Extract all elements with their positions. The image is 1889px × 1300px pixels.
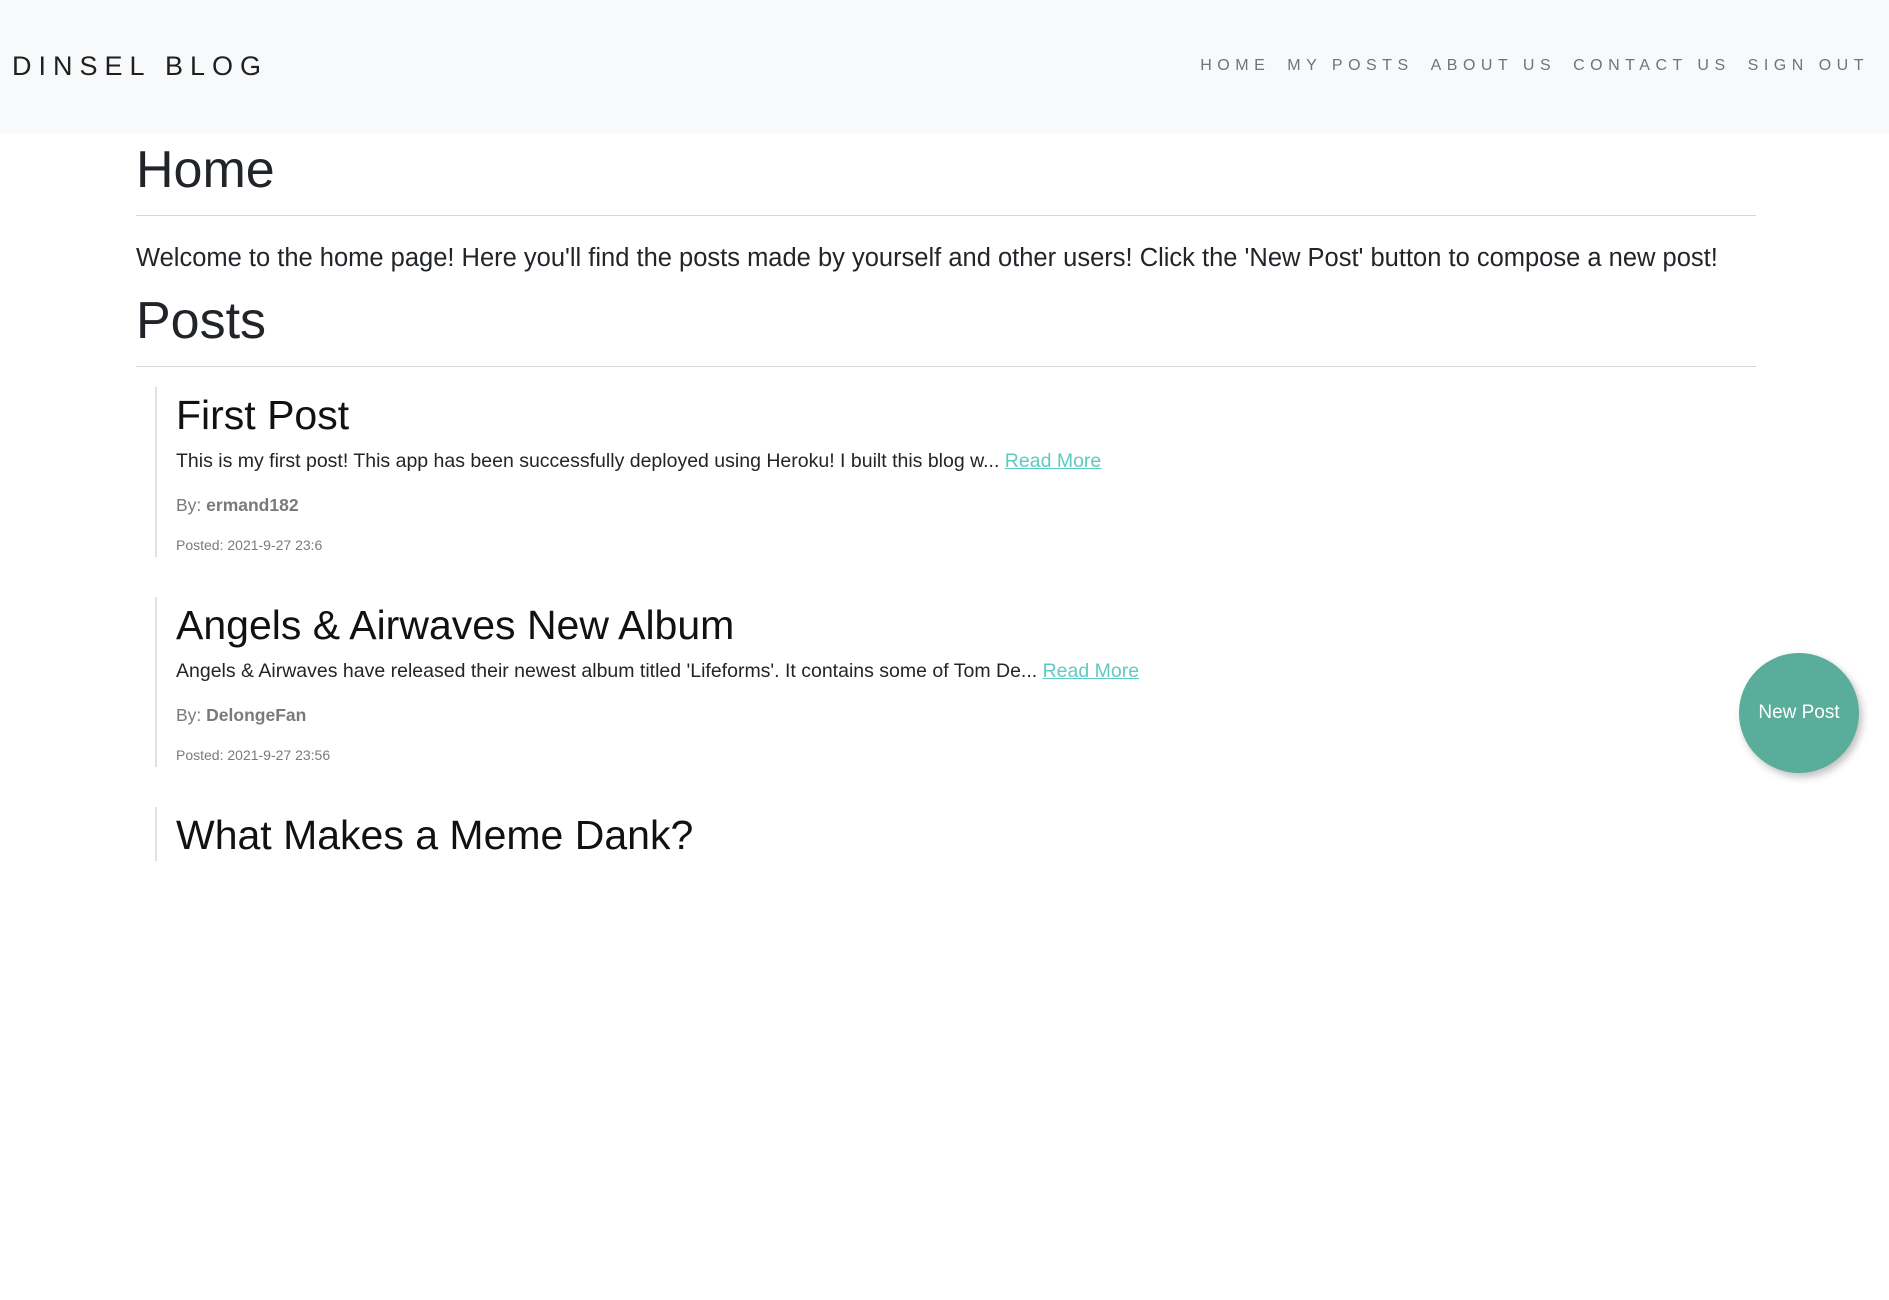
- post-excerpt-text: Angels & Airwaves have released their ne…: [176, 660, 1043, 682]
- nav-link-my-posts[interactable]: MY POSTS: [1287, 56, 1413, 76]
- post-item: What Makes a Meme Dank?: [155, 807, 1756, 861]
- brand-logo[interactable]: DINSEL BLOG: [12, 50, 268, 82]
- nav-link-home[interactable]: HOME: [1200, 56, 1270, 76]
- post-excerpt-text: This is my first post! This app has been…: [176, 450, 1005, 472]
- nav-link-sign-out[interactable]: SIGN OUT: [1748, 56, 1869, 76]
- welcome-text: Welcome to the home page! Here you'll fi…: [136, 244, 1718, 272]
- posts-heading: Posts: [136, 292, 267, 350]
- title-divider: [136, 215, 1756, 216]
- post-excerpt: This is my first post! This app has been…: [176, 447, 1756, 475]
- post-item: First Post This is my first post! This a…: [155, 387, 1756, 557]
- main-content: Home Welcome to the home page! Here you'…: [136, 133, 1756, 901]
- author-name: ermand182: [206, 495, 299, 515]
- posts-list: First Post This is my first post! This a…: [136, 387, 1756, 861]
- post-author: By: ermand182: [176, 493, 1756, 517]
- nav-links: HOME MY POSTS ABOUT US CONTACT US SIGN O…: [1183, 56, 1869, 76]
- by-label: By:: [176, 705, 207, 725]
- top-navbar: DINSEL BLOG HOME MY POSTS ABOUT US CONTA…: [0, 0, 1889, 133]
- read-more-link[interactable]: Read More: [1005, 450, 1101, 472]
- post-title[interactable]: First Post: [176, 387, 1756, 441]
- page-title: Home: [136, 141, 275, 199]
- post-title[interactable]: Angels & Airwaves New Album: [176, 597, 1756, 651]
- by-label: By:: [176, 495, 207, 515]
- nav-link-contact-us[interactable]: CONTACT US: [1573, 56, 1731, 76]
- post-excerpt: Angels & Airwaves have released their ne…: [176, 657, 1756, 685]
- post-date: Posted: 2021-9-27 23:6: [176, 537, 323, 553]
- read-more-link[interactable]: Read More: [1043, 660, 1139, 682]
- post-date: Posted: 2021-9-27 23:56: [176, 747, 331, 763]
- post-author: By: DelongeFan: [176, 703, 1756, 727]
- author-name: DelongeFan: [206, 705, 307, 725]
- post-title[interactable]: What Makes a Meme Dank?: [176, 807, 1756, 861]
- post-item: Angels & Airwaves New Album Angels & Air…: [155, 597, 1756, 767]
- posts-divider: [136, 366, 1756, 367]
- new-post-button[interactable]: New Post: [1739, 653, 1859, 773]
- nav-link-about-us[interactable]: ABOUT US: [1431, 56, 1557, 76]
